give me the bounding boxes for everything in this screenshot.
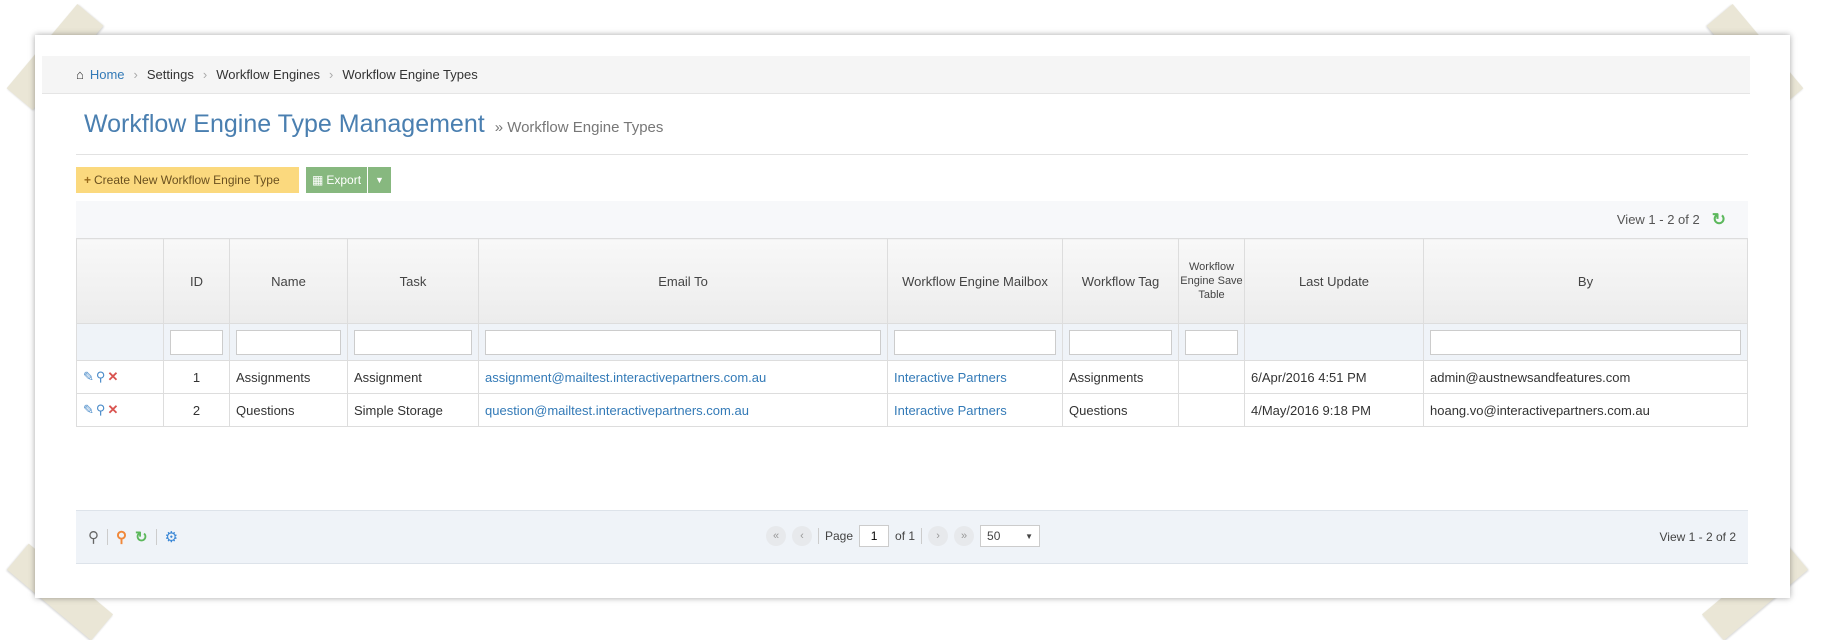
filter-id[interactable] xyxy=(170,329,223,355)
refresh-icon[interactable]: ↻ xyxy=(135,528,148,546)
cell-mailbox-link[interactable]: Interactive Partners xyxy=(887,360,1063,394)
export-button-group: ▦ Export ▼ xyxy=(306,167,391,193)
col-name[interactable]: Name xyxy=(229,238,348,324)
cell-email-link[interactable]: assignment@mailtest.interactivepartners.… xyxy=(478,360,888,394)
col-by[interactable]: By xyxy=(1423,238,1748,324)
view-icon[interactable]: ⚲ xyxy=(96,402,106,417)
table-row: ✎ ⚲ ✕ 2 Questions Simple Storage question@… xyxy=(76,393,1748,427)
page-size-value: 50 xyxy=(987,529,1001,543)
next-page-button[interactable]: › xyxy=(928,526,949,546)
excel-icon: ▦ xyxy=(312,173,324,187)
first-page-button[interactable]: « xyxy=(766,526,786,546)
pager-view-count: View 1 - 2 of 2 xyxy=(1659,530,1737,544)
cell-task: Simple Storage xyxy=(347,393,479,427)
breadcrumb-settings[interactable]: Settings xyxy=(147,67,194,82)
gear-icon[interactable]: ⚙ xyxy=(165,528,178,546)
export-dropdown-toggle[interactable]: ▼ xyxy=(368,175,391,185)
divider xyxy=(76,154,1748,155)
col-tag[interactable]: Workflow Tag xyxy=(1062,238,1179,324)
table-row: ✎ ⚲ ✕ 1 Assignments Assignment assignment@… xyxy=(76,360,1748,394)
cell-save-table xyxy=(1178,360,1245,394)
cell-by: hoang.vo@interactivepartners.com.au xyxy=(1423,393,1748,427)
page-label: Page xyxy=(825,529,854,543)
data-grid: ID Name Task Email To Workflow Engine Ma… xyxy=(76,238,1748,427)
filter-task[interactable] xyxy=(354,329,472,355)
cell-name: Assignments xyxy=(229,360,348,394)
export-label: Export xyxy=(326,173,362,187)
col-last-update[interactable]: Last Update xyxy=(1244,238,1424,324)
create-label: Create New Workflow Engine Type xyxy=(94,173,280,187)
filter-row xyxy=(76,323,1748,361)
cell-task: Assignment xyxy=(347,360,479,394)
cell-tag: Questions xyxy=(1062,393,1179,427)
filter-email[interactable] xyxy=(485,329,881,355)
edit-icon[interactable]: ✎ xyxy=(83,402,94,417)
home-icon: ⌂ xyxy=(76,67,84,82)
last-page-button[interactable]: » xyxy=(954,526,975,546)
grid-pager: ⚲ ⚲ ↻ ⚙ « ‹ Page of 1 › » 50 ▼ View 1 - 2… xyxy=(76,510,1748,564)
filter-name[interactable] xyxy=(236,329,341,355)
cell-save-table xyxy=(1178,393,1245,427)
cell-id: 1 xyxy=(163,360,230,394)
filter-mailbox[interactable] xyxy=(894,329,1056,355)
cell-last-update: 6/Apr/2016 4:51 PM xyxy=(1244,360,1424,394)
page-subtitle: » Workflow Engine Types xyxy=(494,119,664,136)
cell-last-update: 4/May/2016 9:18 PM xyxy=(1244,393,1424,427)
col-task[interactable]: Task xyxy=(347,238,479,324)
cell-email-link[interactable]: question@mailtest.interactivepartners.co… xyxy=(478,393,888,427)
view-count: View 1 - 2 of 2 xyxy=(1616,212,1700,227)
cell-name: Questions xyxy=(229,393,348,427)
page-input[interactable] xyxy=(859,525,890,547)
page-title: Workflow Engine Type Management » Workflo… xyxy=(84,110,663,139)
edit-icon[interactable]: ✎ xyxy=(83,369,94,384)
view-icon[interactable]: ⚲ xyxy=(96,369,106,384)
cell-id: 2 xyxy=(163,393,230,427)
plus-icon: + xyxy=(84,173,92,187)
filter-by[interactable] xyxy=(1430,329,1741,355)
col-actions xyxy=(76,238,164,324)
cell-by: admin@austnewsandfeatures.com xyxy=(1423,360,1748,394)
delete-icon[interactable]: ✕ xyxy=(107,369,118,384)
cell-tag: Assignments xyxy=(1062,360,1179,394)
breadcrumb-home[interactable]: Home xyxy=(90,67,125,82)
grid-toolbar: View 1 - 2 of 2 ↻ xyxy=(76,201,1748,238)
cell-mailbox-link[interactable]: Interactive Partners xyxy=(887,393,1063,427)
prev-page-button[interactable]: ‹ xyxy=(792,526,812,546)
find-icon[interactable]: ⚲ xyxy=(116,528,127,546)
filter-save-table[interactable] xyxy=(1185,329,1238,355)
col-mailbox[interactable]: Workflow Engine Mailbox xyxy=(887,238,1063,324)
breadcrumb-current: Workflow Engine Types xyxy=(342,67,478,82)
col-id[interactable]: ID xyxy=(163,238,230,324)
refresh-icon[interactable]: ↻ xyxy=(1712,210,1726,230)
col-email-to[interactable]: Email To xyxy=(478,238,888,324)
breadcrumb: ⌂ Home › Settings › Workflow Engines › Work… xyxy=(42,56,1750,94)
search-icon[interactable]: ⚲ xyxy=(88,528,99,546)
filter-tag[interactable] xyxy=(1069,329,1172,355)
delete-icon[interactable]: ✕ xyxy=(107,402,118,417)
page-size-select[interactable]: 50 ▼ xyxy=(980,525,1041,547)
col-save-table[interactable]: Workflow Engine Save Table xyxy=(1178,238,1245,324)
breadcrumb-workflow-engines[interactable]: Workflow Engines xyxy=(216,67,320,82)
page-title-text: Workflow Engine Type Management xyxy=(84,110,485,138)
page-count: of 1 xyxy=(895,529,916,543)
chevron-down-icon: ▼ xyxy=(1025,531,1034,541)
export-button[interactable]: ▦ Export xyxy=(306,167,369,193)
create-button[interactable]: + Create New Workflow Engine Type xyxy=(76,167,299,193)
